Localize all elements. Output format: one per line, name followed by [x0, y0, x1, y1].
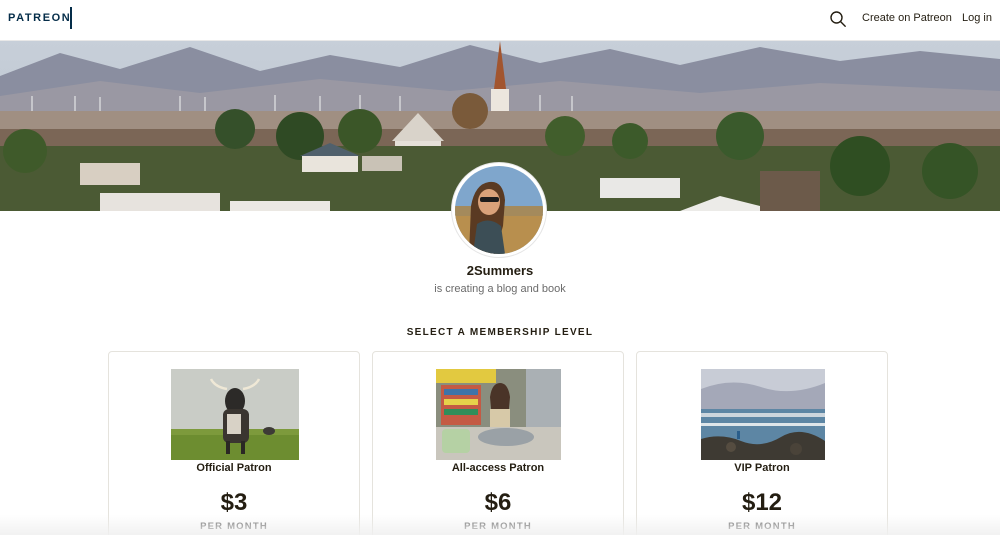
search-icon[interactable]: [829, 10, 847, 28]
tier-period: PER MONTH: [728, 521, 796, 532]
login-link[interactable]: Log in: [962, 12, 992, 24]
tier-price: $3: [220, 489, 248, 516]
tier-price: $6: [484, 489, 512, 516]
create-on-patreon-link[interactable]: Create on Patreon: [862, 12, 952, 24]
tier-card-all-access-patron[interactable]: All-access Patron $6 PER MONTH: [372, 351, 624, 535]
tier-name: VIP Patron: [734, 462, 790, 474]
tier-period: PER MONTH: [200, 521, 268, 532]
tier-name: All-access Patron: [451, 462, 545, 474]
creator-name: 2Summers: [466, 263, 534, 278]
tier-image: [701, 369, 825, 460]
top-nav: PATREON Create on Patreon Log in: [0, 0, 1000, 41]
tier-name: Official Patron: [196, 462, 272, 474]
logo-divider: [70, 7, 72, 29]
tier-card-vip-patron[interactable]: VIP Patron $12 PER MONTH: [636, 351, 888, 535]
creator-description: is creating a blog and book: [434, 283, 566, 295]
membership-section-title: SELECT A MEMBERSHIP LEVEL: [406, 327, 594, 338]
creator-avatar: [452, 163, 546, 257]
tier-image: [436, 369, 561, 460]
tier-price: $12: [741, 489, 783, 516]
tier-card-official-patron[interactable]: Official Patron $3 PER MONTH: [108, 351, 360, 535]
patreon-logo[interactable]: PATREON: [8, 12, 71, 24]
tier-period: PER MONTH: [464, 521, 532, 532]
tier-image: [171, 369, 299, 460]
